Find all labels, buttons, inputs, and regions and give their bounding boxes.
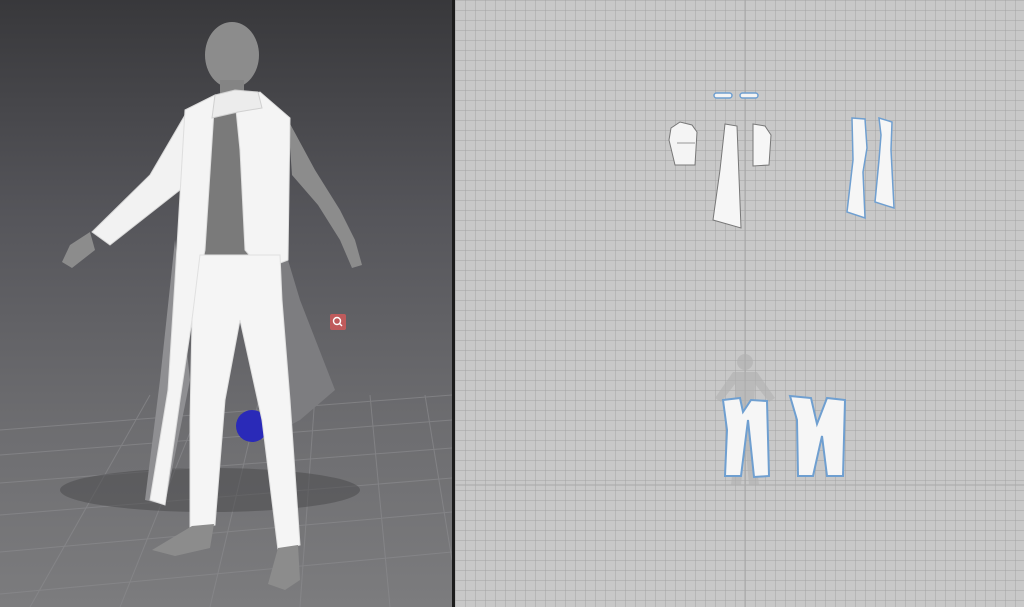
pattern-pants-front[interactable] xyxy=(721,396,771,479)
2d-pattern-window[interactable] xyxy=(455,0,1024,607)
pattern-collar-right[interactable] xyxy=(739,92,759,99)
pattern-pants-back[interactable] xyxy=(788,394,847,477)
avatar-right-arm[interactable] xyxy=(288,120,362,268)
3d-viewport[interactable] xyxy=(0,0,452,607)
avatar-left-hand[interactable] xyxy=(62,232,95,268)
app-window xyxy=(0,0,1024,607)
pattern-sleeve[interactable] xyxy=(668,121,698,166)
pattern-back-right[interactable] xyxy=(874,116,895,210)
pattern-canvas[interactable] xyxy=(455,0,1024,607)
pattern-front-long[interactable] xyxy=(712,123,742,229)
avatar-right-foot xyxy=(268,545,300,590)
pattern-collar-left[interactable] xyxy=(713,92,733,99)
pin-marker-icon[interactable] xyxy=(330,314,346,330)
pattern-back-left[interactable] xyxy=(846,117,868,220)
avatar-head[interactable] xyxy=(205,22,259,88)
3d-scene[interactable] xyxy=(0,0,452,607)
pattern-front-short[interactable] xyxy=(752,123,772,167)
avatar-left-foot xyxy=(152,524,214,556)
